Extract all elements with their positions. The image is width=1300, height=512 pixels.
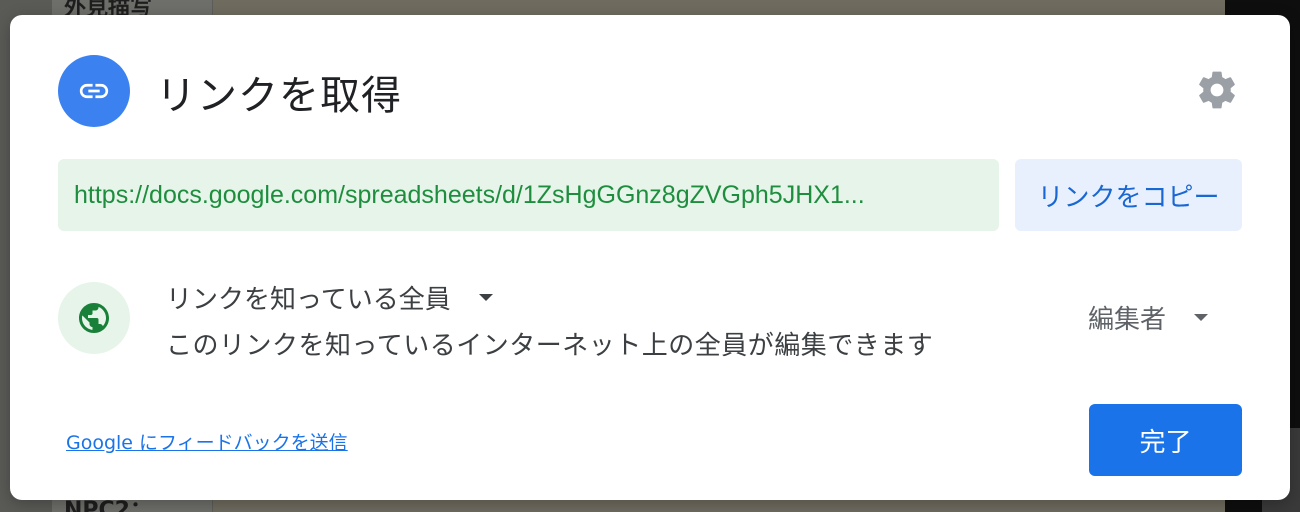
globe-icon: [58, 282, 130, 354]
get-link-dialog: リンクを取得 https://docs.google.com/spreadshe…: [10, 15, 1290, 500]
share-url-text: https://docs.google.com/spreadsheets/d/1…: [74, 180, 865, 209]
chevron-down-icon: [1194, 314, 1209, 321]
general-access-dropdown[interactable]: リンクを知っている全員: [166, 279, 493, 316]
send-feedback-link[interactable]: Google にフィードバックを送信: [66, 428, 348, 455]
share-url-field[interactable]: https://docs.google.com/spreadsheets/d/1…: [58, 159, 999, 231]
role-label: 編集者: [1088, 305, 1167, 335]
gear-icon[interactable]: [1194, 67, 1240, 113]
done-button[interactable]: 完了: [1089, 404, 1242, 476]
link-icon: [58, 55, 130, 127]
dialog-title: リンクを取得: [156, 73, 402, 119]
copy-link-button[interactable]: リンクをコピー: [1015, 159, 1242, 231]
general-access-label: リンクを知っている全員: [166, 285, 451, 315]
general-access-description: このリンクを知っているインターネット上の全員が編集できます: [166, 331, 934, 361]
role-dropdown[interactable]: 編集者: [1088, 299, 1209, 336]
chevron-down-icon: [478, 294, 493, 301]
